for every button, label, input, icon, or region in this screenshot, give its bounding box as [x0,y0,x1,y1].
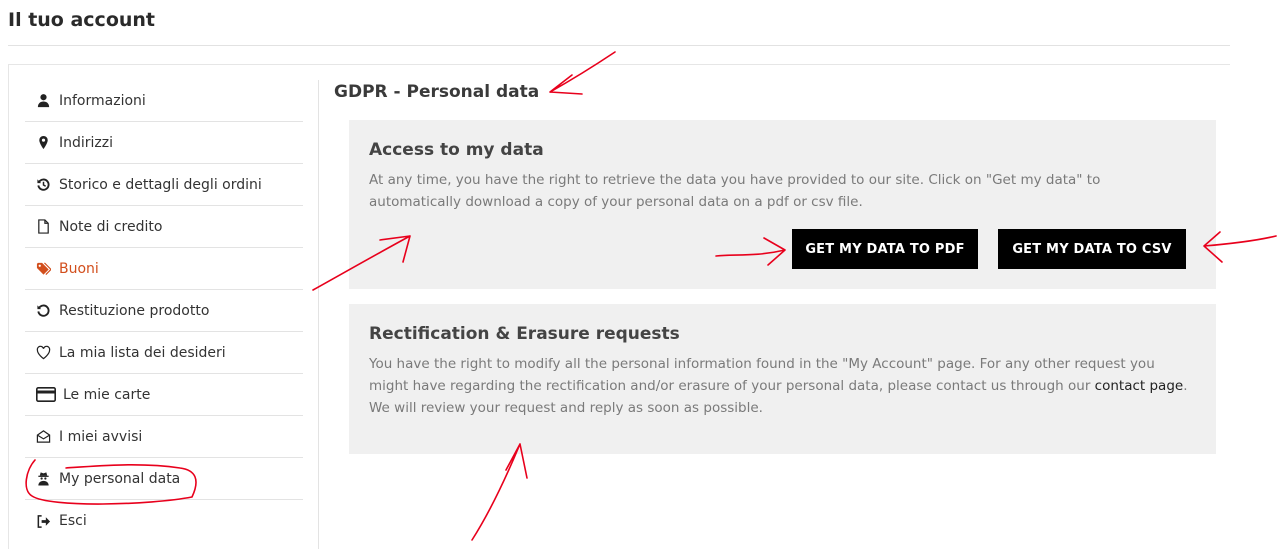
sidebar-item-buoni[interactable]: Buoni [25,248,303,290]
sidebar-item-miei-avvisi[interactable]: I miei avvisi [25,416,303,458]
sidebar-item-label: Restituzione prodotto [59,302,210,319]
sign-out-icon [36,514,51,529]
account-sidebar: Informazioni Indirizzi Storico e dettagl… [25,80,303,542]
sidebar-item-label: La mia lista dei desideri [59,344,226,361]
heart-icon [36,345,51,360]
history-icon [36,177,51,192]
sidebar-item-restituzione-prodotto[interactable]: Restituzione prodotto [25,290,303,332]
sidebar-item-indirizzi[interactable]: Indirizzi [25,122,303,164]
rectification-text-before: You have the right to modify all the per… [369,356,1155,394]
access-data-text: At any time, you have the right to retri… [369,172,1101,210]
gdpr-title: GDPR - Personal data [334,82,540,102]
sidebar-item-label: Buoni [59,260,99,277]
user-icon [36,93,51,108]
sidebar-item-label: I miei avvisi [59,428,143,445]
contact-page-link[interactable]: contact page [1095,378,1184,394]
get-data-pdf-button[interactable]: GET MY DATA TO PDF [792,229,978,269]
sidebar-item-storico-ordini[interactable]: Storico e dettagli degli ordini [25,164,303,206]
undo-icon [36,303,51,318]
sidebar-item-label: Indirizzi [59,134,114,151]
sidebar-item-label: Note di credito [59,218,163,235]
tags-icon [36,261,51,276]
sidebar-item-label: Esci [59,513,87,529]
credit-card-icon [36,387,56,402]
sidebar-item-my-personal-data[interactable]: My personal data [25,458,303,500]
map-marker-icon [36,135,51,150]
rectification-section: Rectification & Erasure requests You hav… [349,304,1216,454]
user-secret-icon [36,471,51,486]
file-icon [36,219,51,234]
title-divider [8,45,1230,46]
sidebar-divider [318,80,319,549]
sidebar-item-informazioni[interactable]: Informazioni [25,80,303,122]
envelope-open-icon [36,429,51,444]
page-title: Il tuo account [8,9,156,31]
sidebar-item-label: Le mie carte [63,386,151,403]
sidebar-item-esci[interactable]: Esci [25,500,303,542]
get-data-csv-button[interactable]: GET MY DATA TO CSV [998,229,1186,269]
rectification-heading: Rectification & Erasure requests [369,324,680,344]
sidebar-item-label: Storico e dettagli degli ordini [59,176,262,193]
sidebar-item-note-di-credito[interactable]: Note di credito [25,206,303,248]
sidebar-item-lista-desideri[interactable]: La mia lista dei desideri [25,332,303,374]
access-data-heading: Access to my data [369,140,544,160]
sidebar-item-label: My personal data [59,470,181,487]
rectification-text: You have the right to modify all the per… [369,353,1196,419]
sidebar-item-le-mie-carte[interactable]: Le mie carte [25,374,303,416]
sidebar-item-label: Informazioni [59,92,146,109]
